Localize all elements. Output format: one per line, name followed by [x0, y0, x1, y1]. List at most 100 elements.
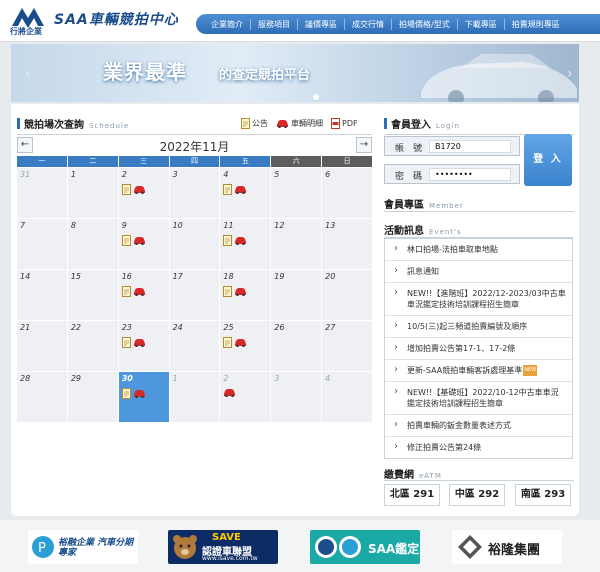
- nav-download[interactable]: 下載專區: [458, 18, 505, 30]
- notice-icon[interactable]: [121, 337, 131, 348]
- vehicle-icon[interactable]: [133, 185, 146, 194]
- calendar-day[interactable]: 5: [271, 168, 322, 218]
- notice-icon[interactable]: [121, 184, 131, 195]
- calendar-day-today[interactable]: 30: [118, 372, 169, 422]
- notice-icon[interactable]: [121, 388, 131, 399]
- event-text: 修正拍賣公告第24條: [407, 443, 482, 452]
- nav-rules[interactable]: 拍賣規則專區: [505, 19, 567, 30]
- day-number: 26: [274, 323, 285, 332]
- partner-yulon-finance[interactable]: P 裕融企業 汽車分期專家: [28, 530, 138, 564]
- site-header: 行將企業 SAA車輛競拍中心 企業簡介 服務項目 議價專區 成交行情 拍場價格/…: [0, 0, 600, 42]
- day-icons: [121, 286, 146, 297]
- banner-next-icon[interactable]: ›: [567, 66, 573, 82]
- next-month-button[interactable]: →: [356, 137, 372, 153]
- calendar-day[interactable]: 25: [220, 321, 271, 371]
- calendar-day[interactable]: 20: [322, 270, 372, 320]
- notice-icon[interactable]: [223, 337, 233, 348]
- calendar-day[interactable]: 3: [271, 372, 322, 422]
- calendar-day[interactable]: 4: [220, 168, 271, 218]
- event-item[interactable]: 修正拍賣公告第24條: [385, 437, 572, 458]
- calendar-day[interactable]: 13: [322, 219, 372, 269]
- nav-deals[interactable]: 成交行情: [345, 18, 392, 30]
- vehicle-icon[interactable]: [234, 236, 247, 245]
- notice-icon[interactable]: [223, 286, 233, 297]
- password-input[interactable]: ••••••••: [429, 168, 511, 181]
- nav-prices[interactable]: 拍場價格/型式: [392, 18, 458, 30]
- calendar-day[interactable]: 11: [220, 219, 271, 269]
- vehicle-icon[interactable]: [234, 185, 247, 194]
- calendar-day[interactable]: 4: [322, 372, 372, 422]
- event-item[interactable]: NEW!!【進階班】2022/12-2023/03中古車車況鑑定技術培訓課程招生…: [385, 283, 572, 316]
- vehicle-icon[interactable]: [133, 389, 146, 398]
- vehicle-icon[interactable]: [234, 287, 247, 296]
- member-heading[interactable]: 會員專區 Member: [384, 196, 464, 211]
- svg-text:P: P: [38, 541, 46, 556]
- banner-prev-icon[interactable]: ‹: [25, 66, 31, 82]
- calendar-day[interactable]: 29: [67, 372, 118, 422]
- day-icons: [121, 235, 146, 246]
- calendar-day[interactable]: 15: [67, 270, 118, 320]
- vehicle-icon[interactable]: [133, 287, 146, 296]
- day-number: 3: [172, 170, 178, 179]
- calendar-nav: ← 2022年11月 →: [17, 137, 372, 155]
- account-row: 帳 號 B1720: [384, 136, 520, 156]
- atm-central-button[interactable]: 中區 292: [449, 484, 505, 506]
- nav-services[interactable]: 服務項目: [251, 18, 298, 30]
- login-button[interactable]: 登 入: [524, 134, 572, 186]
- nav-bargain[interactable]: 議價專區: [298, 18, 345, 30]
- calendar-day[interactable]: 8: [67, 219, 118, 269]
- calendar-day[interactable]: 3: [169, 168, 220, 218]
- calendar-day[interactable]: 23: [118, 321, 169, 371]
- event-item[interactable]: 林口拍場-法拍車取車地點: [385, 239, 572, 261]
- notice-icon[interactable]: [223, 235, 233, 246]
- event-item[interactable]: 10/5(三)起三頻道拍賣編號及順序: [385, 316, 572, 338]
- calendar-day[interactable]: 22: [67, 321, 118, 371]
- atm-north-button[interactable]: 北區 291: [384, 484, 440, 506]
- nav-about[interactable]: 企業簡介: [204, 18, 251, 30]
- event-item[interactable]: 更新-SAA競拍車輛客訴處理基準NEW: [385, 360, 572, 382]
- calendar-day[interactable]: 24: [169, 321, 220, 371]
- hero-banner[interactable]: 業界最準 的查定競拍平台 ‹ ›: [11, 44, 579, 102]
- calendar-day[interactable]: 7: [17, 219, 67, 269]
- calendar-day[interactable]: 31: [17, 168, 67, 218]
- banner-pager-dot[interactable]: [313, 94, 319, 100]
- event-item[interactable]: NEW!!【基礎班】2022/10-12中古車車況鑑定技術培訓課程招生簡章: [385, 382, 572, 415]
- partner-isave[interactable]: SAVE 認證車聯盟 www.isave.com.tw: [168, 530, 278, 564]
- calendar-day[interactable]: 21: [17, 321, 67, 371]
- notice-icon[interactable]: [121, 235, 131, 246]
- calendar-day[interactable]: 27: [322, 321, 372, 371]
- calendar-day[interactable]: 2: [220, 372, 271, 422]
- weekday-header: 一: [17, 156, 67, 167]
- partner-saa-inspection[interactable]: SAA鑑定: [310, 530, 420, 564]
- calendar-day[interactable]: 16: [118, 270, 169, 320]
- calendar-day[interactable]: 10: [169, 219, 220, 269]
- vehicle-icon[interactable]: [223, 388, 236, 397]
- vehicle-icon[interactable]: [234, 338, 247, 347]
- saa-ais-badge-icon: [315, 536, 361, 558]
- account-input[interactable]: B1720: [429, 140, 511, 153]
- calendar-day[interactable]: 18: [220, 270, 271, 320]
- calendar-day[interactable]: 6: [322, 168, 372, 218]
- event-item[interactable]: 拍賣車輛的鈑金數量表述方式: [385, 415, 572, 437]
- calendar-day[interactable]: 9: [118, 219, 169, 269]
- event-item[interactable]: 訊息通知: [385, 261, 572, 283]
- notice-icon[interactable]: [223, 184, 233, 195]
- event-text: 林口拍場-法拍車取車地點: [407, 245, 498, 254]
- site-title[interactable]: SAA車輛競拍中心: [54, 9, 179, 29]
- calendar-day[interactable]: 19: [271, 270, 322, 320]
- calendar-day[interactable]: 1: [67, 168, 118, 218]
- vehicle-icon[interactable]: [133, 338, 146, 347]
- calendar-day[interactable]: 28: [17, 372, 67, 422]
- calendar-day[interactable]: 12: [271, 219, 322, 269]
- calendar-day[interactable]: 2: [118, 168, 169, 218]
- event-item[interactable]: 增加拍賣公告第17-1、17-2條: [385, 338, 572, 360]
- partner-yulon-group[interactable]: 裕隆集團: [452, 530, 562, 564]
- calendar-day[interactable]: 17: [169, 270, 220, 320]
- notice-icon[interactable]: [121, 286, 131, 297]
- calendar-day[interactable]: 14: [17, 270, 67, 320]
- calendar-day[interactable]: 1: [169, 372, 220, 422]
- calendar-day[interactable]: 26: [271, 321, 322, 371]
- atm-south-button[interactable]: 南區 293: [515, 484, 571, 506]
- vehicle-icon[interactable]: [133, 236, 146, 245]
- day-number: 10: [172, 221, 183, 230]
